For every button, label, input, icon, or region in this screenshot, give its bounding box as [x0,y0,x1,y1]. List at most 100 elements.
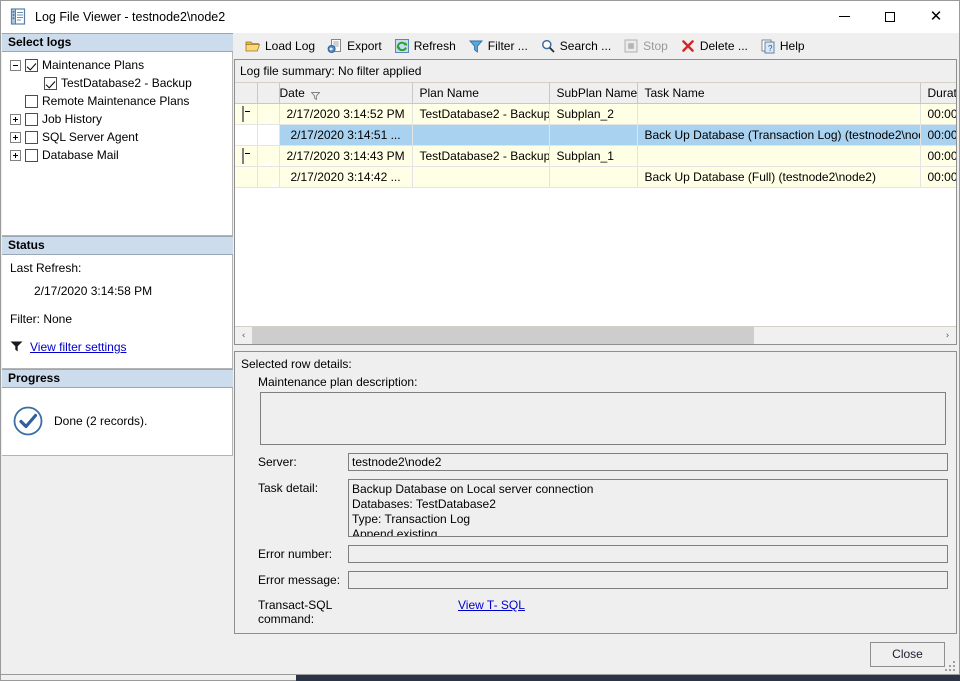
filter-button[interactable]: Filter ... [463,35,533,57]
error-number-field[interactable] [348,545,948,563]
view-filter-settings-row[interactable]: View filter settings [2,340,232,354]
scrollbar-thumb[interactable] [252,327,754,344]
column-header-spacer-status [257,83,280,104]
table-row[interactable]: 2/17/2020 3:14:43 PM TestDatabase2 - Bac… [235,145,956,167]
table-row[interactable]: 2/17/2020 3:14:51 ... Back Up Database (… [235,124,956,146]
error-number-label: Error number: [258,547,333,561]
log-source-tree[interactable]: Maintenance Plans TestDatabase2 - Backup… [2,52,233,236]
tree-item-label: Job History [42,112,103,126]
sidebar-item-testdatabase2-backup[interactable]: TestDatabase2 - Backup [2,74,232,92]
column-header-task-name[interactable]: Task Name [637,83,921,104]
expand-collapse-icon[interactable] [10,131,21,143]
column-header-date[interactable]: Date [279,83,413,104]
cell-duration: 00:00 [920,124,956,146]
checkbox[interactable] [25,148,38,162]
checkbox[interactable] [25,130,38,144]
maximize-button[interactable] [867,1,913,32]
view-tsql-link[interactable]: View T- SQL [458,598,525,612]
expand-collapse-icon[interactable] [10,59,21,71]
task-detail-field[interactable]: Backup Database on Local server connecti… [348,479,948,537]
cell-plan-name [412,124,550,146]
checkbox[interactable] [25,58,38,72]
delete-button[interactable]: Delete ... [675,35,753,57]
sort-filter-indicator-icon [310,89,321,101]
cell-subplan-name: Subplan_2 [549,103,638,125]
close-window-button[interactable]: ✕ [913,1,959,32]
table-header: Date Plan Name SubPlan Name Task Name Du… [235,83,956,104]
progress-panel: Done (2 records). [2,387,233,456]
checkbox[interactable] [25,94,38,108]
tsql-link-wrap: View T- SQL [348,598,525,612]
log-viewer-icon [10,8,27,25]
tree-item-label: Database Mail [42,148,119,162]
error-message-row: Error message: [240,571,948,589]
tsql-row: Transact-SQL command: View T- SQL [240,598,948,626]
minimize-icon [838,16,850,17]
expand-collapse-icon[interactable] [242,106,244,122]
last-refresh-value: 2/17/2020 3:14:58 PM [34,283,153,298]
error-message-field[interactable] [348,571,948,589]
stop-button[interactable]: Stop [618,35,673,57]
expand-collapse-icon[interactable] [10,113,21,125]
export-button[interactable]: Export [322,35,387,57]
server-label: Server: [258,455,297,469]
error-number-row: Error number: [240,545,948,563]
row-status-cell [257,166,280,188]
cell-duration: 00:00 [920,145,956,167]
row-status-cell [257,124,280,146]
sidebar-item-sql-server-agent[interactable]: SQL Server Agent [2,128,232,146]
view-filter-settings-link[interactable]: View filter settings [30,340,127,354]
maintenance-plan-description-label: Maintenance plan description: [258,375,418,389]
expand-collapse-icon[interactable] [10,149,21,161]
checkbox[interactable] [44,76,57,90]
cell-subplan-name [549,166,638,188]
load-log-button[interactable]: Load Log [240,35,320,57]
row-status-cell [257,145,280,167]
close-icon: ✕ [929,7,943,25]
close-button[interactable]: Close [870,641,945,667]
expand-collapse-icon[interactable] [242,148,244,164]
scroll-left-arrow-icon[interactable]: ‹ [235,327,252,344]
row-expander-cell [235,166,258,188]
toolbar-label: Export [347,39,382,53]
server-field[interactable]: testnode2\node2 [348,453,948,471]
toolbar-label: Search ... [559,39,612,53]
toolbar-label: Stop [643,39,668,53]
minimize-button[interactable] [821,1,867,32]
sidebar-item-database-mail[interactable]: Database Mail [2,146,232,164]
toolbar-label: Help [779,39,805,53]
column-header-plan-name[interactable]: Plan Name [412,83,550,104]
scroll-right-arrow-icon[interactable]: › [939,327,956,344]
filter-funnel-icon [10,341,23,352]
resize-grip-icon[interactable] [945,661,957,673]
table-row[interactable]: 2/17/2020 3:14:52 PM TestDatabase2 - Bac… [235,103,956,125]
sidebar-item-job-history[interactable]: Job History [2,110,232,128]
window-title: Log File Viewer - testnode2\node2 [35,9,226,24]
scrollbar-track[interactable] [252,327,939,344]
maintenance-plan-description-field[interactable] [260,392,946,445]
search-button[interactable]: Search ... [535,35,616,57]
sidebar-item-remote-maintenance-plans[interactable]: Remote Maintenance Plans [2,92,232,110]
toolbar-label: Load Log [265,39,316,53]
stop-icon [623,38,639,54]
row-expander-cell[interactable] [235,103,258,125]
sidebar-item-maintenance-plans[interactable]: Maintenance Plans [2,56,232,74]
grid-horizontal-scrollbar[interactable]: ‹ › [235,326,956,344]
select-logs-header: Select logs [2,33,233,52]
row-expander-cell[interactable] [235,145,258,167]
footer-bar: Close [1,634,959,674]
grid-summary-bar: Log file summary: No filter applied [235,60,956,83]
error-message-label: Error message: [258,573,341,587]
grid-scroll-area[interactable]: Date Plan Name SubPlan Name Task Name Du… [235,83,956,326]
server-row: Server: testnode2\node2 [240,453,948,471]
column-header-subplan-name[interactable]: SubPlan Name [549,83,638,104]
table-row[interactable]: 2/17/2020 3:14:42 ... Back Up Database (… [235,166,956,188]
progress-text: Done (2 records). [54,414,148,428]
cell-plan-name: TestDatabase2 - Backup [412,145,550,167]
column-header-duration[interactable]: Duration [920,83,956,104]
refresh-icon [394,38,410,54]
refresh-button[interactable]: Refresh [389,35,461,57]
cell-duration: 00:00 [920,166,956,188]
checkbox[interactable] [25,112,38,126]
help-button[interactable]: ? Help [755,35,810,57]
